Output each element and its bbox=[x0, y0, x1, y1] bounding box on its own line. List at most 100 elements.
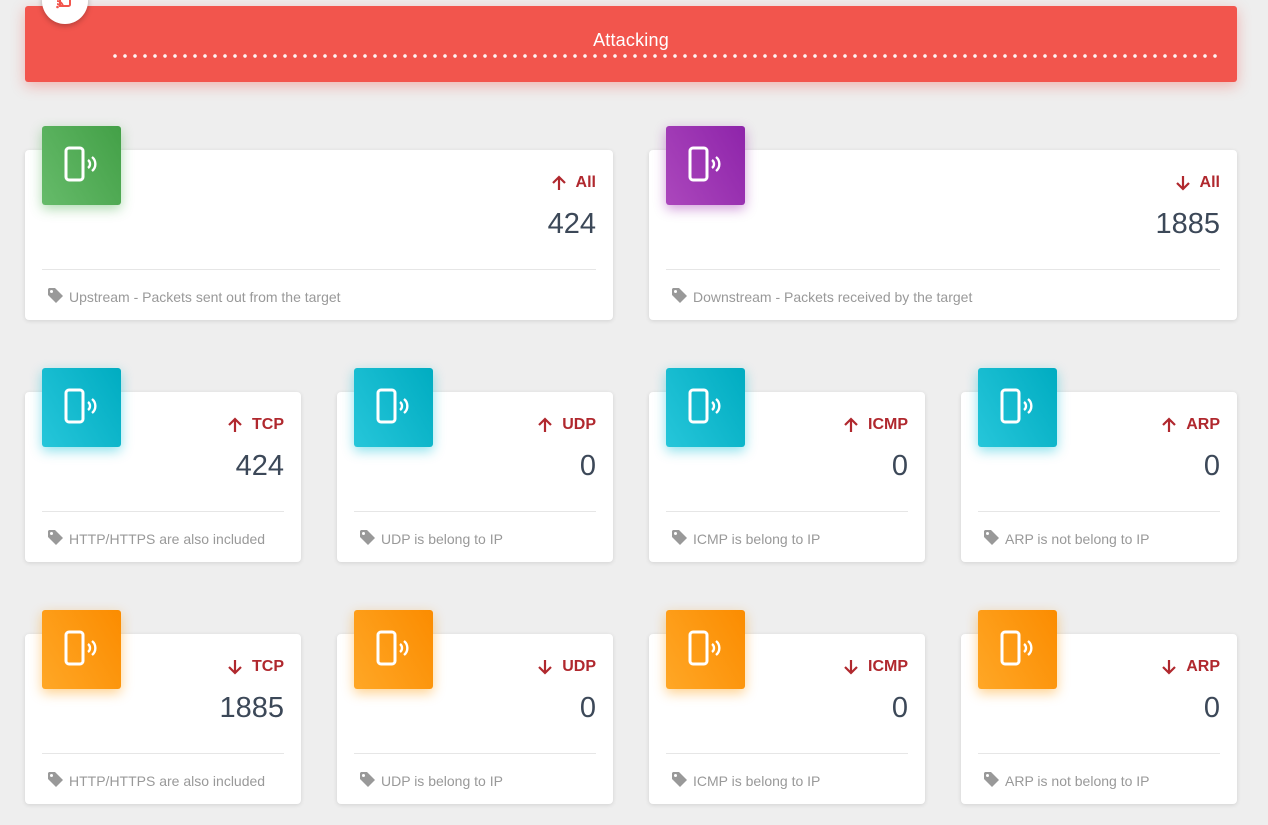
divider bbox=[978, 753, 1220, 754]
footer-text: ICMP is belong to IP bbox=[693, 773, 821, 789]
stat-label: TCP bbox=[226, 658, 284, 676]
tag-icon bbox=[359, 771, 376, 791]
footer-text: ICMP is belong to IP bbox=[693, 531, 821, 547]
downstream-tcp-card: TCP 1885 HTTP/HTTPS are also included bbox=[25, 610, 301, 804]
arrow-up-icon bbox=[226, 416, 244, 434]
divider bbox=[666, 753, 908, 754]
tag-icon bbox=[47, 529, 64, 549]
phone-wireless-icon bbox=[42, 610, 121, 689]
stat-label: ICMP bbox=[842, 658, 908, 676]
footer-text: ARP is not belong to IP bbox=[1005, 773, 1150, 789]
footer-text: HTTP/HTTPS are also included bbox=[69, 531, 266, 547]
phone-wireless-icon bbox=[666, 126, 745, 205]
phone-wireless-icon bbox=[666, 368, 745, 447]
protocol-label: TCP bbox=[252, 416, 284, 433]
protocol-label: ICMP bbox=[868, 658, 908, 675]
footer-text: Downstream - Packets received by the tar… bbox=[693, 289, 973, 305]
arrow-down-icon bbox=[1174, 174, 1192, 192]
arrow-down-icon bbox=[226, 658, 244, 676]
arrow-down-icon bbox=[1160, 658, 1178, 676]
tag-icon bbox=[359, 529, 376, 549]
downstream-all-card: All 1885 Downstream - Packets received b… bbox=[649, 126, 1237, 320]
card-footer: Upstream - Packets sent out from the tar… bbox=[47, 287, 341, 307]
packet-count: 0 bbox=[891, 450, 908, 482]
arrow-up-icon bbox=[550, 174, 568, 192]
footer-text: Upstream - Packets sent out from the tar… bbox=[69, 289, 341, 305]
divider bbox=[42, 753, 284, 754]
tag-icon bbox=[47, 287, 64, 307]
downstream-arp-card: ARP 0 ARP is not belong to IP bbox=[961, 610, 1237, 804]
packet-count: 0 bbox=[891, 692, 908, 724]
divider bbox=[42, 511, 284, 512]
phone-wireless-icon bbox=[42, 368, 121, 447]
arrow-down-icon bbox=[842, 658, 860, 676]
stat-label: ICMP bbox=[842, 416, 908, 434]
divider bbox=[42, 269, 596, 270]
protocol-label: ARP bbox=[1186, 416, 1220, 433]
progress-dots bbox=[110, 54, 1217, 58]
stat-label: All bbox=[550, 174, 596, 192]
protocol-label: All bbox=[1199, 174, 1220, 191]
protocol-label: ARP bbox=[1186, 658, 1220, 675]
tag-icon bbox=[983, 529, 1000, 549]
phone-wireless-icon bbox=[666, 610, 745, 689]
protocol-label: TCP bbox=[252, 658, 284, 675]
card-footer: HTTP/HTTPS are also included bbox=[47, 529, 265, 549]
packet-count: 424 bbox=[547, 208, 596, 240]
packet-count: 0 bbox=[579, 692, 596, 724]
upstream-arp-card: ARP 0 ARP is not belong to IP bbox=[961, 368, 1237, 562]
phone-wireless-icon bbox=[354, 368, 433, 447]
upstream-tcp-card: TCP 424 HTTP/HTTPS are also included bbox=[25, 368, 301, 562]
divider bbox=[666, 269, 1220, 270]
stat-label: ARP bbox=[1160, 416, 1220, 434]
arrow-up-icon bbox=[842, 416, 860, 434]
protocol-label: ICMP bbox=[868, 416, 908, 433]
packet-count: 0 bbox=[579, 450, 596, 482]
card-footer: UDP is belong to IP bbox=[359, 529, 503, 549]
card-footer: ARP is not belong to IP bbox=[983, 771, 1150, 791]
phone-wireless-icon bbox=[54, 0, 76, 15]
upstream-icmp-card: ICMP 0 ICMP is belong to IP bbox=[649, 368, 925, 562]
packet-count: 424 bbox=[235, 450, 284, 482]
packet-count: 0 bbox=[1203, 450, 1220, 482]
divider bbox=[978, 511, 1220, 512]
card-footer: ICMP is belong to IP bbox=[671, 529, 820, 549]
divider bbox=[666, 511, 908, 512]
stat-label: TCP bbox=[226, 416, 284, 434]
footer-text: UDP is belong to IP bbox=[381, 773, 503, 789]
banner-title: Attacking bbox=[593, 30, 669, 50]
downstream-udp-card: UDP 0 UDP is belong to IP bbox=[337, 610, 613, 804]
arrow-up-icon bbox=[1160, 416, 1178, 434]
packet-count: 1885 bbox=[219, 692, 284, 724]
tag-icon bbox=[671, 529, 688, 549]
packet-count: 1885 bbox=[1155, 208, 1220, 240]
card-footer: HTTP/HTTPS are also included bbox=[47, 771, 265, 791]
tag-icon bbox=[671, 287, 688, 307]
downstream-icmp-card: ICMP 0 ICMP is belong to IP bbox=[649, 610, 925, 804]
footer-text: UDP is belong to IP bbox=[381, 531, 503, 547]
arrow-down-icon bbox=[536, 658, 554, 676]
stat-label: UDP bbox=[536, 416, 596, 434]
stat-label: ARP bbox=[1160, 658, 1220, 676]
stat-label: All bbox=[1174, 174, 1220, 192]
phone-wireless-icon bbox=[354, 610, 433, 689]
card-footer: ARP is not belong to IP bbox=[983, 529, 1150, 549]
upstream-udp-card: UDP 0 UDP is belong to IP bbox=[337, 368, 613, 562]
footer-text: ARP is not belong to IP bbox=[1005, 531, 1150, 547]
tag-icon bbox=[47, 771, 64, 791]
card-footer: UDP is belong to IP bbox=[359, 771, 503, 791]
footer-text: HTTP/HTTPS are also included bbox=[69, 773, 266, 789]
divider bbox=[354, 753, 596, 754]
divider bbox=[354, 511, 596, 512]
card-footer: Downstream - Packets received by the tar… bbox=[671, 287, 972, 307]
protocol-label: All bbox=[575, 174, 596, 191]
phone-wireless-icon bbox=[42, 126, 121, 205]
dashboard-page: Attacking All 424 Upstream - Packets sen… bbox=[0, 0, 1268, 825]
upstream-all-card: All 424 Upstream - Packets sent out from… bbox=[25, 126, 613, 320]
banner-badge[interactable] bbox=[42, 0, 88, 24]
attack-status-banner: Attacking bbox=[25, 0, 1237, 82]
tag-icon bbox=[983, 771, 1000, 791]
card-footer: ICMP is belong to IP bbox=[671, 771, 820, 791]
phone-wireless-icon bbox=[978, 610, 1057, 689]
phone-wireless-icon bbox=[978, 368, 1057, 447]
